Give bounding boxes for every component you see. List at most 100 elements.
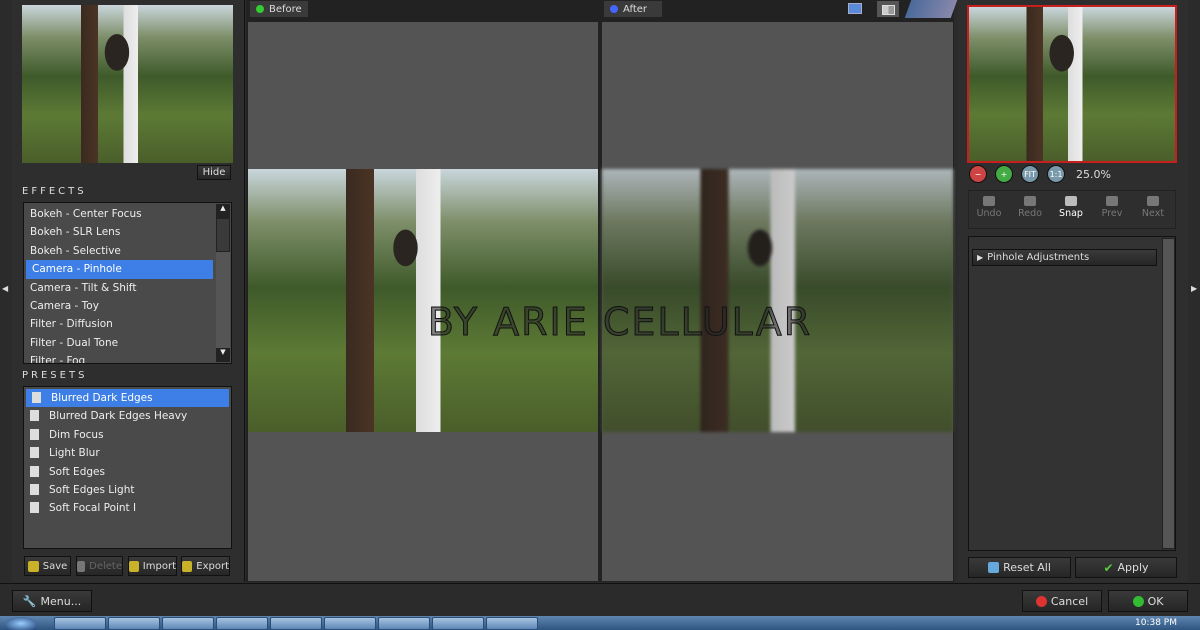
preset-item[interactable]: Soft Focal Point I <box>24 499 231 517</box>
save-icon <box>27 560 39 572</box>
effect-item[interactable]: Camera - Toy <box>24 297 215 315</box>
apply-label: Apply <box>1117 561 1149 574</box>
export-icon <box>182 560 193 572</box>
pinhole-adjustments-section[interactable]: ▶ Pinhole Adjustments <box>972 249 1157 266</box>
wrench-icon: 🔧 <box>22 594 37 608</box>
preset-label: Blurred Dark Edges <box>51 392 153 404</box>
camera-icon <box>1065 196 1077 206</box>
navigator-preview[interactable] <box>967 5 1177 163</box>
import-label: Import <box>142 560 176 572</box>
zoom-1to1-button[interactable]: 1:1 <box>1047 165 1065 183</box>
document-icon <box>30 410 39 422</box>
delete-preset-button[interactable]: Delete <box>76 556 123 576</box>
ok-button[interactable]: OK <box>1108 590 1188 612</box>
effect-item[interactable]: Camera - Tilt & Shift <box>24 279 215 297</box>
import-icon <box>129 560 139 572</box>
preset-label: Soft Focal Point I <box>49 502 137 515</box>
taskbar-clock[interactable]: 10:38 PM <box>1135 618 1177 628</box>
tab-before[interactable]: Before <box>249 0 309 18</box>
taskbar-app[interactable] <box>216 617 268 630</box>
effects-header: EFFECTS <box>22 186 87 197</box>
document-icon <box>30 428 39 440</box>
green-dot-icon <box>256 5 264 13</box>
taskbar-app[interactable] <box>162 617 214 630</box>
preset-label: Soft Edges <box>49 465 105 478</box>
import-preset-button[interactable]: Import <box>128 556 177 576</box>
taskbar-app[interactable] <box>432 617 484 630</box>
export-preset-button[interactable]: Export <box>181 556 230 576</box>
scroll-up-arrow[interactable]: ▲ <box>216 204 230 218</box>
ok-label: OK <box>1147 594 1164 608</box>
preset-item[interactable]: Soft Edges Light <box>24 481 231 499</box>
taskbar-app[interactable] <box>324 617 376 630</box>
effect-item[interactable]: Filter - Diffusion <box>24 315 215 333</box>
scroll-thumb[interactable] <box>216 218 230 252</box>
right-collapse-arrow[interactable]: ▶ <box>1191 284 1197 293</box>
scroll-down-arrow[interactable]: ▼ <box>216 348 230 362</box>
presets-list[interactable]: Blurred Dark Edges Blurred Dark Edges He… <box>23 386 232 549</box>
preset-label: Dim Focus <box>49 428 104 441</box>
menu-button[interactable]: 🔧 Menu... <box>12 590 92 612</box>
effect-item[interactable]: Bokeh - Selective <box>24 242 215 260</box>
after-label: After <box>623 3 648 15</box>
cancel-button[interactable]: Cancel <box>1022 590 1102 612</box>
reset-all-button[interactable]: Reset All <box>968 557 1071 578</box>
redo-icon <box>1024 196 1036 206</box>
document-icon <box>30 447 39 459</box>
single-view-icon[interactable] <box>848 3 862 14</box>
taskbar-app[interactable] <box>270 617 322 630</box>
taskbar-app[interactable] <box>378 617 430 630</box>
zoom-out-button[interactable]: − <box>969 165 987 183</box>
cancel-label: Cancel <box>1050 594 1089 608</box>
left-collapse-arrow[interactable]: ◀ <box>2 284 8 293</box>
apply-button[interactable]: ✔ Apply <box>1075 557 1177 578</box>
watermark: BY ARIE CELLULAR <box>427 300 813 345</box>
reset-all-label: Reset All <box>1003 561 1051 574</box>
ok-icon <box>1132 595 1144 607</box>
undo-icon <box>983 196 995 206</box>
footer-bar <box>0 583 1200 616</box>
section-label: Pinhole Adjustments <box>987 252 1090 263</box>
adjustments-scrollbar[interactable] <box>1162 238 1175 549</box>
effects-list[interactable]: Bokeh - Center Focus Bokeh - SLR Lens Bo… <box>23 202 232 364</box>
navigator-thumbnail <box>22 5 233 163</box>
effect-item[interactable]: Filter - Fog <box>24 352 215 363</box>
trash-icon <box>77 560 86 572</box>
checkmark-icon: ✔ <box>1103 560 1114 575</box>
effects-scrollbar[interactable]: ▲ ▼ <box>216 204 230 362</box>
taskbar-app[interactable] <box>108 617 160 630</box>
preset-label: Soft Edges Light <box>49 483 135 496</box>
home-icon <box>988 562 1000 573</box>
zoom-in-button[interactable]: + <box>995 165 1013 183</box>
taskbar-app[interactable] <box>54 617 106 630</box>
effect-item[interactable]: Filter - Dual Tone <box>24 334 215 352</box>
hide-button[interactable]: Hide <box>197 165 231 180</box>
preset-label: Blurred Dark Edges Heavy <box>49 410 188 423</box>
undo-button[interactable]: Undo <box>970 196 1008 219</box>
preset-item-selected[interactable]: Blurred Dark Edges <box>26 389 229 408</box>
effect-item[interactable]: Bokeh - Center Focus <box>24 205 215 223</box>
prev-button[interactable]: Prev <box>1093 196 1131 219</box>
zoom-fit-button[interactable]: FIT <box>1021 165 1039 183</box>
tab-after[interactable]: After <box>603 0 663 18</box>
preset-item[interactable]: Soft Edges <box>24 463 231 481</box>
expand-triangle-icon: ▶ <box>977 253 984 262</box>
start-button[interactable] <box>6 617 36 630</box>
effect-item-selected[interactable]: Camera - Pinhole <box>26 260 213 279</box>
redo-button[interactable]: Redo <box>1011 196 1049 219</box>
save-preset-button[interactable]: Save <box>24 556 71 576</box>
effect-item[interactable]: Bokeh - SLR Lens <box>24 223 215 241</box>
next-button[interactable]: Next <box>1134 196 1172 219</box>
snap-button[interactable]: Snap <box>1052 196 1090 219</box>
taskbar-app[interactable] <box>486 617 538 630</box>
before-label: Before <box>269 3 302 15</box>
preset-item[interactable]: Blurred Dark Edges Heavy <box>24 407 231 425</box>
document-icon <box>30 502 39 514</box>
preset-label: Light Blur <box>49 447 100 460</box>
preset-item[interactable]: Dim Focus <box>24 426 231 444</box>
split-view-icon[interactable] <box>876 0 900 18</box>
preset-item[interactable]: Light Blur <box>24 444 231 462</box>
export-label: Export <box>196 560 229 572</box>
blue-dot-icon <box>610 5 618 13</box>
save-label: Save <box>42 560 68 572</box>
